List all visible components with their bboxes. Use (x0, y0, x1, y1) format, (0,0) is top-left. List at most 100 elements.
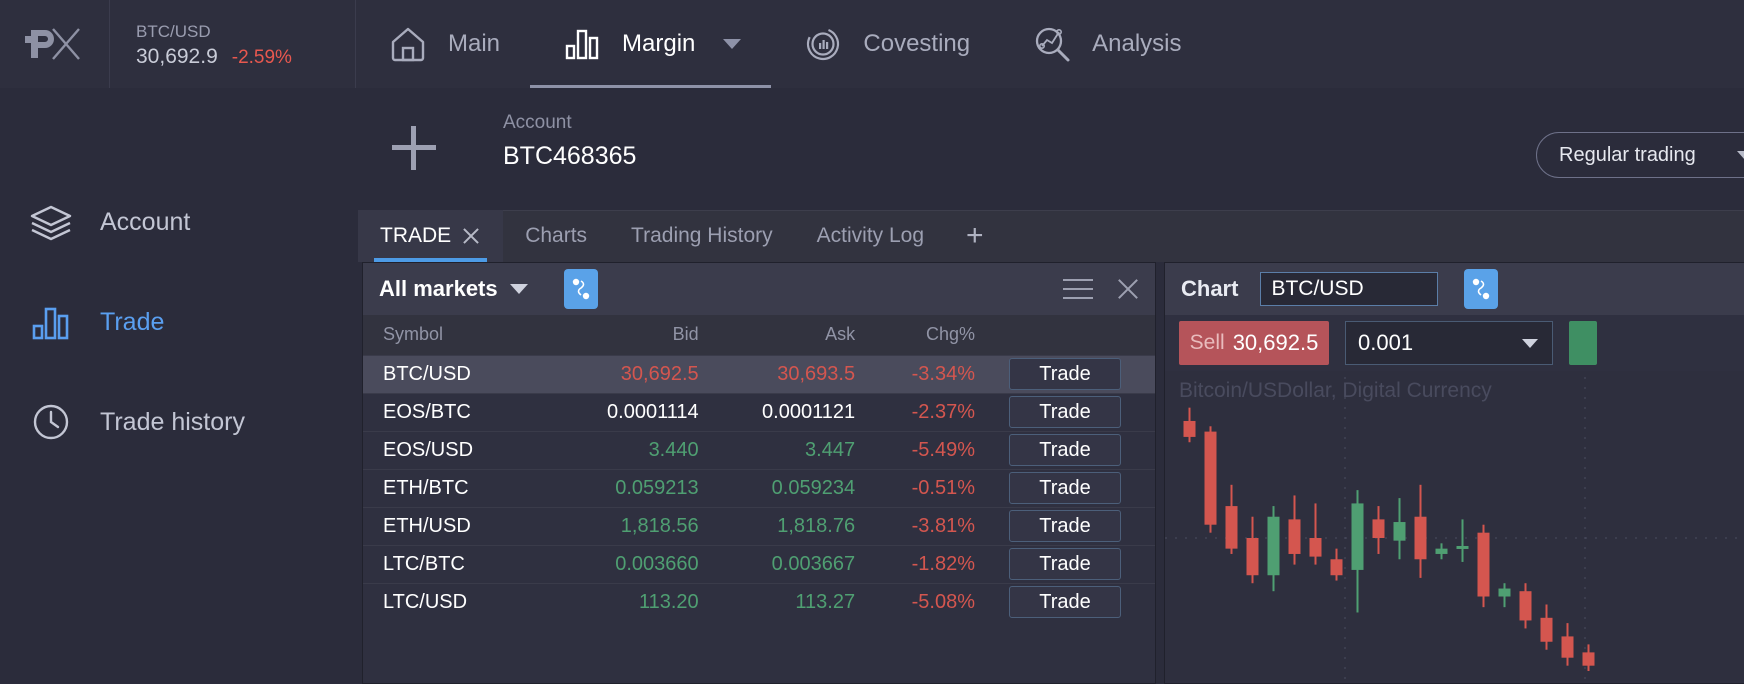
nav-item-main[interactable]: Main (356, 0, 530, 88)
chart-panel-header: Chart (1165, 263, 1744, 315)
sidebar-item-trade-history[interactable]: Trade history (0, 372, 358, 472)
column-header-symbol: Symbol (363, 315, 578, 355)
link-markets-icon[interactable] (564, 269, 598, 309)
cell-symbol: EOS/BTC (363, 393, 578, 431)
candlestick-chart[interactable]: Bitcoin/USDollar, Digital Currency (1165, 371, 1744, 681)
sidebar-item-account[interactable]: Account (0, 172, 358, 272)
cell-bid: 0.059213 (578, 469, 733, 507)
trade-button[interactable]: Trade (1009, 434, 1121, 466)
nav-item-label: Covesting (863, 30, 970, 58)
tab-charts[interactable]: Charts (503, 210, 609, 262)
nav-item-analysis[interactable]: Analysis (1000, 0, 1211, 88)
trade-button[interactable]: Trade (1009, 586, 1121, 618)
markets-panel-header: All markets (363, 263, 1155, 315)
nav-item-covesting[interactable]: Covesting (771, 0, 1000, 88)
buy-button[interactable] (1569, 321, 1597, 365)
chevron-down-icon[interactable] (723, 39, 741, 49)
close-icon[interactable] (461, 226, 481, 246)
cell-ask: 1,818.76 (733, 507, 889, 545)
circle-chart-icon (801, 22, 845, 66)
cell-ask: 3.447 (733, 431, 889, 469)
sell-price: 30,692.5 (1233, 330, 1319, 356)
ticker-price: 30,692.9 (136, 45, 218, 69)
table-row[interactable]: LTC/BTC0.0036600.003667-1.82%Trade (363, 545, 1155, 583)
sidebar-item-label: Trade history (100, 408, 245, 437)
add-tab-button[interactable]: + (946, 210, 1004, 262)
chart-trade-controls: Sell 30,692.5 0.001 (1165, 315, 1744, 371)
trading-mode-label: Regular trading (1559, 144, 1696, 167)
sell-label: Sell (1190, 331, 1225, 355)
table-row[interactable]: BTC/USD30,692.530,693.5-3.34%Trade (363, 355, 1155, 393)
markets-filter-label[interactable]: All markets (379, 276, 498, 302)
link-dots-icon (1470, 276, 1492, 302)
account-bar: Account BTC468365 Regular trading (358, 88, 1744, 210)
magnifier-chart-icon (1030, 22, 1074, 66)
cell-symbol: LTC/BTC (363, 545, 578, 583)
chevron-down-icon (1737, 151, 1744, 160)
table-row[interactable]: LTC/USD113.20113.27-5.08%Trade (363, 583, 1155, 621)
table-row[interactable]: EOS/USD3.4403.447-5.49%Trade (363, 431, 1155, 469)
trade-button[interactable]: Trade (1009, 358, 1121, 390)
main-navigation: Main Margin (356, 0, 1212, 88)
cell-ask: 113.27 (733, 583, 889, 621)
tab-label: Activity Log (817, 224, 924, 248)
cell-chg: -5.49% (889, 431, 1009, 469)
account-value: BTC468365 (503, 138, 636, 174)
column-header-actions (1009, 315, 1155, 355)
cell-bid: 113.20 (578, 583, 733, 621)
column-header-ask: Ask (733, 315, 889, 355)
nav-item-label: Analysis (1092, 30, 1181, 58)
column-header-bid: Bid (578, 315, 733, 355)
px-logo-icon (23, 20, 87, 68)
quantity-select[interactable]: 0.001 (1345, 321, 1553, 365)
header-ticker: BTC/USD 30,692.9 -2.59% (110, 0, 356, 88)
table-row[interactable]: ETH/USD1,818.561,818.76-3.81%Trade (363, 507, 1155, 545)
trade-button[interactable]: Trade (1009, 548, 1121, 580)
tab-trading-history[interactable]: Trading History (609, 210, 795, 262)
chart-watermark: Bitcoin/USDollar, Digital Currency (1179, 379, 1492, 403)
tab-label: TRADE (380, 224, 451, 248)
link-chart-icon[interactable] (1464, 269, 1498, 309)
cell-bid: 0.003660 (578, 545, 733, 583)
sell-button[interactable]: Sell 30,692.5 (1179, 321, 1329, 365)
sidebar-item-trade[interactable]: Trade (0, 272, 358, 372)
cell-chg: -0.51% (889, 469, 1009, 507)
sidebar: Account Trade Trade history (0, 88, 358, 684)
account-info: Account BTC468365 (503, 108, 636, 174)
candlestick-chart-svg (1165, 371, 1744, 681)
markets-panel: All markets Symbol Bid (362, 262, 1156, 684)
nav-item-label: Margin (622, 30, 695, 58)
tab-activity-log[interactable]: Activity Log (795, 210, 946, 262)
cell-symbol: BTC/USD (363, 355, 578, 393)
cell-symbol: LTC/USD (363, 583, 578, 621)
table-row[interactable]: EOS/BTC0.00011140.0001121-2.37%Trade (363, 393, 1155, 431)
trade-button[interactable]: Trade (1009, 472, 1121, 504)
home-icon (386, 22, 430, 66)
account-label: Account (503, 108, 636, 138)
layers-icon (28, 199, 74, 245)
cell-ask: 0.003667 (733, 545, 889, 583)
tab-trade[interactable]: TRADE (358, 210, 503, 262)
bar-chart-icon (560, 22, 604, 66)
close-icon[interactable] (1115, 276, 1141, 302)
cell-chg: -2.37% (889, 393, 1009, 431)
chevron-down-icon[interactable] (510, 284, 528, 294)
chart-symbol-input[interactable] (1260, 272, 1438, 306)
add-account-button[interactable] (392, 126, 436, 170)
trade-button[interactable]: Trade (1009, 510, 1121, 542)
tab-label: Trading History (631, 224, 773, 248)
trading-mode-select[interactable]: Regular trading (1536, 132, 1744, 178)
clock-icon (28, 399, 74, 445)
cell-chg: -3.81% (889, 507, 1009, 545)
cell-ask: 0.059234 (733, 469, 889, 507)
cell-bid: 30,692.5 (578, 355, 733, 393)
cell-ask: 30,693.5 (733, 355, 889, 393)
workspace-tab-bar: TRADE Charts Trading History Activity Lo… (358, 210, 1744, 262)
column-header-chg: Chg% (889, 315, 1009, 355)
trade-button[interactable]: Trade (1009, 396, 1121, 428)
hamburger-icon[interactable] (1063, 279, 1093, 299)
nav-item-margin[interactable]: Margin (530, 0, 771, 88)
table-row[interactable]: ETH/BTC0.0592130.059234-0.51%Trade (363, 469, 1155, 507)
brand-logo[interactable] (0, 0, 110, 88)
cell-chg: -1.82% (889, 545, 1009, 583)
